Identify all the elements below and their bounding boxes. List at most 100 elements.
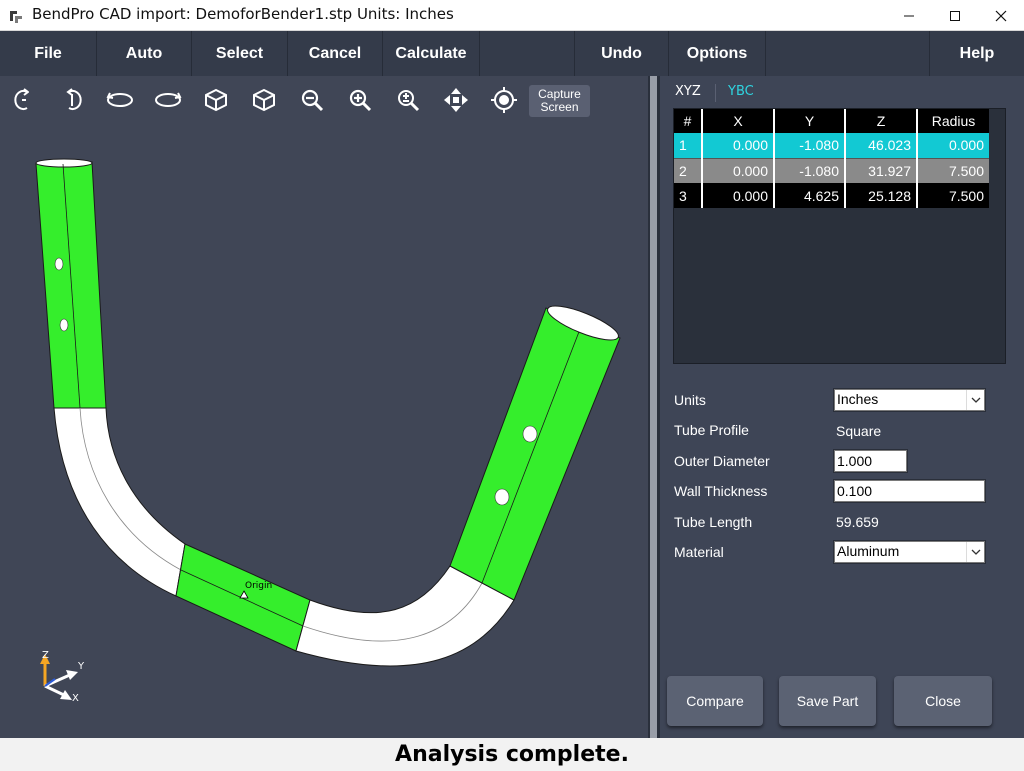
window-title: BendPro CAD import: DemoforBender1.stp U… [32,5,454,23]
rotate-x-button[interactable] [8,84,40,116]
panel-splitter[interactable] [648,76,660,738]
menu-divider [765,31,766,76]
menu-help[interactable]: Help [930,31,1024,76]
table-cell[interactable]: -1.080 [774,158,846,183]
chevron-down-icon[interactable] [966,390,984,410]
view-cube-button[interactable] [200,84,232,116]
table-cell[interactable]: 7.500 [917,183,989,208]
view-cube-icon [205,88,227,112]
maximize-button[interactable] [932,0,978,31]
table-cell[interactable]: 0.000 [917,133,989,159]
tube-open-end-1 [35,158,93,168]
table-cell[interactable]: 1 [674,133,703,159]
table-cell[interactable]: 25.128 [845,183,918,208]
wall-thickness-label: Wall Thickness [674,483,768,499]
column-header[interactable]: # [674,109,703,133]
menu-cancel[interactable]: Cancel [288,31,382,76]
properties-panel: XYZ YBC # X Y Z Radius 1 0.000 -1.080 46… [660,76,1024,738]
tube-model[interactable]: Origin Z Y X [0,76,648,738]
units-label: Units [674,392,706,408]
menu-options[interactable]: Options [669,31,765,76]
tube-straight-segment-3[interactable] [449,307,621,601]
title-bar: BendPro CAD import: DemoforBender1.stp U… [0,0,1024,31]
menu-file[interactable]: File [0,31,96,76]
tab-xyz[interactable]: XYZ [675,84,701,99]
view-cube-alt-icon [253,88,275,112]
capture-screen-button[interactable]: Capture Screen [529,85,590,117]
table-row[interactable]: 3 0.000 4.625 25.128 7.500 [674,183,989,208]
material-label: Material [674,544,724,560]
status-bar: Analysis complete. [0,738,1024,771]
column-header[interactable]: X [702,109,775,133]
tube-hole [54,257,64,271]
tube-profile-label: Tube Profile [674,422,749,438]
coordinate-table: # X Y Z Radius 1 0.000 -1.080 46.023 0.0… [674,109,989,208]
tube-hole [59,318,69,332]
close-button[interactable]: Close [894,676,992,726]
menu-divider [479,31,480,76]
coordinate-grid[interactable]: # X Y Z Radius 1 0.000 -1.080 46.023 0.0… [673,108,1006,364]
close-window-button[interactable] [978,0,1024,31]
tube-hole [494,488,510,506]
tab-ybc[interactable]: YBC [728,84,754,99]
zoom-in-button[interactable] [344,84,376,116]
table-cell[interactable]: 0.000 [702,158,775,183]
minimize-button[interactable] [886,0,932,31]
table-cell[interactable]: 4.625 [774,183,846,208]
zoom-out-button[interactable] [296,84,328,116]
tube-hole [522,425,538,443]
table-cell[interactable]: 0.000 [702,133,775,159]
model-viewport[interactable]: Origin Z Y X Capture Screen [0,76,648,738]
table-row[interactable]: 2 0.000 -1.080 31.927 7.500 [674,158,989,183]
table-cell[interactable]: 2 [674,158,703,183]
chevron-down-icon[interactable] [966,542,984,562]
table-cell[interactable]: 0.000 [702,183,775,208]
table-row[interactable]: 1 0.000 -1.080 46.023 0.000 [674,133,989,159]
menu-auto[interactable]: Auto [97,31,191,76]
axis-y-label: Y [77,661,85,672]
table-cell[interactable]: 46.023 [845,133,918,159]
table-cell[interactable]: 7.500 [917,158,989,183]
status-message: Analysis complete. [395,742,629,767]
material-select-value: Aluminum [837,543,900,559]
column-header[interactable]: Y [774,109,846,133]
outer-diameter-field[interactable] [833,449,908,473]
table-cell[interactable]: -1.080 [774,133,846,159]
maximize-icon [950,10,960,21]
axis-x-label: X [72,693,79,704]
table-cell[interactable]: 3 [674,183,703,208]
capture-label-line2: Screen [540,100,579,114]
compare-button[interactable]: Compare [667,676,763,726]
splitter-handle[interactable] [650,76,657,738]
menu-bar: File Auto Select Cancel Calculate Undo O… [0,31,1024,76]
zoom-fit-button[interactable] [392,84,424,116]
column-header[interactable]: Z [845,109,918,133]
center-target-button[interactable] [488,84,520,116]
tube-bend-1[interactable] [53,407,186,597]
table-cell[interactable]: 31.927 [845,158,918,183]
menu-select[interactable]: Select [192,31,287,76]
menu-calculate[interactable]: Calculate [383,31,479,76]
units-select[interactable]: Inches [833,388,986,412]
wall-thickness-field[interactable] [833,479,986,503]
outer-diameter-label: Outer Diameter [674,453,770,469]
center-target-icon [491,87,517,113]
rotate-cw-button[interactable] [152,84,184,116]
column-header[interactable]: Radius [917,109,989,133]
material-select[interactable]: Aluminum [833,540,986,564]
tube-straight-segment-1[interactable] [35,161,107,409]
rotate-y-button[interactable] [56,84,88,116]
save-part-button[interactable]: Save Part [779,676,876,726]
units-select-value: Inches [837,391,879,407]
rotate-ccw-icon [106,92,133,107]
close-icon [995,10,1007,21]
tube-length-label: Tube Length [674,514,753,530]
menu-undo[interactable]: Undo [575,31,668,76]
zoom-fit-icon [398,90,420,112]
pan-button[interactable] [440,84,472,116]
zoom-out-icon [301,89,324,112]
pan-icon [444,88,468,112]
view-cube-alt-button[interactable] [248,84,280,116]
tube-length-value: 59.659 [836,514,879,530]
rotate-ccw-button[interactable] [104,84,136,116]
